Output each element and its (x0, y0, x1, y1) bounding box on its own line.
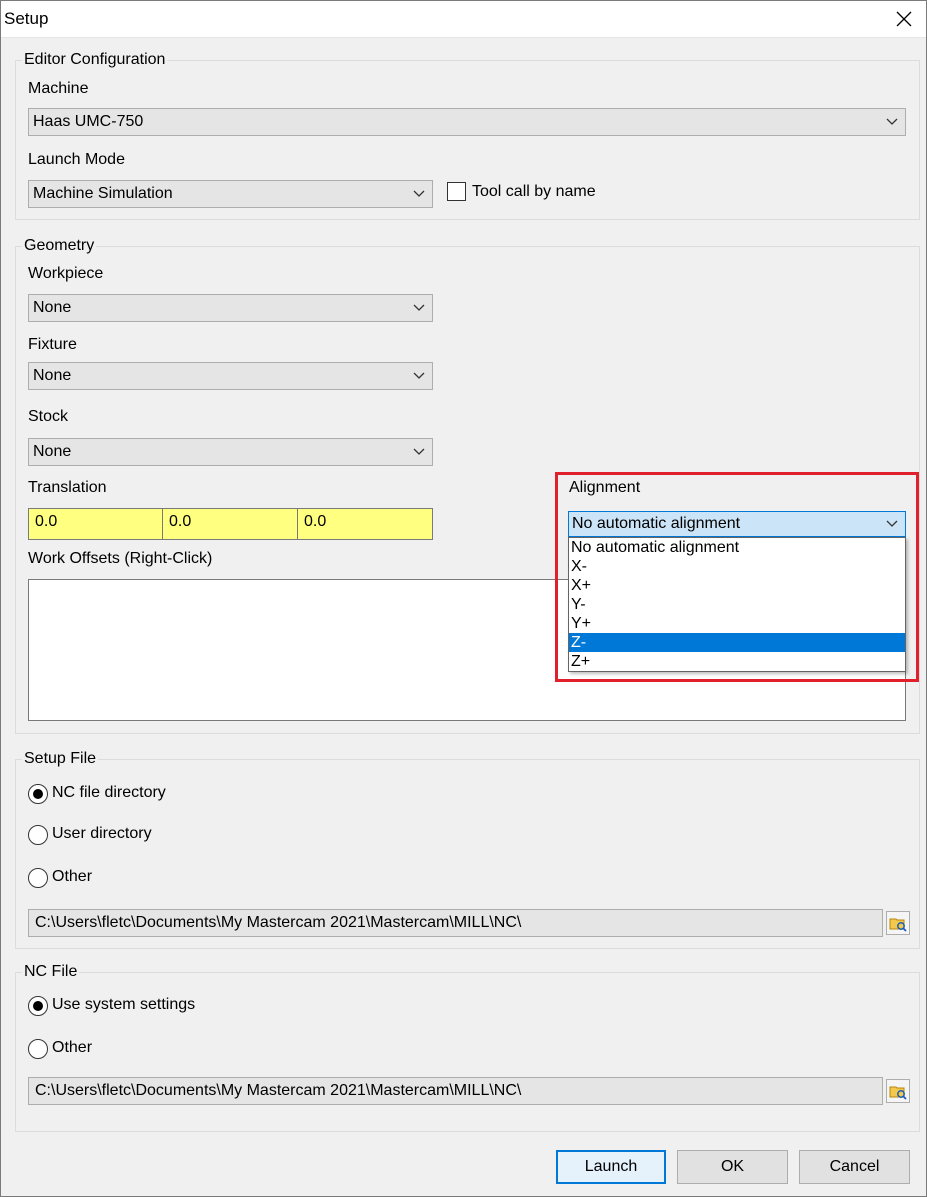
chevron-down-icon (413, 372, 425, 379)
browse-folder-icon[interactable] (886, 1079, 910, 1103)
translation-x-input[interactable]: 0.0 (28, 508, 163, 540)
chevron-down-icon (413, 448, 425, 455)
chevron-down-icon (886, 520, 898, 527)
chevron-down-icon (886, 118, 898, 125)
close-icon[interactable] (881, 0, 927, 38)
alignment-option[interactable]: X- (569, 557, 905, 576)
editor-configuration-title: Editor Configuration (22, 51, 168, 69)
translation-label: Translation (28, 479, 107, 496)
nc-file-directory-radio[interactable] (28, 784, 48, 804)
window-title: Setup (4, 9, 49, 28)
alignment-value: No automatic alignment (572, 515, 741, 532)
alignment-option[interactable]: No automatic alignment (569, 538, 905, 557)
nc-file-path-field[interactable]: C:\Users\fletc\Documents\My Mastercam 20… (28, 1077, 883, 1105)
ok-button[interactable]: OK (677, 1150, 788, 1184)
setup-file-path-field[interactable]: C:\Users\fletc\Documents\My Mastercam 20… (28, 909, 883, 937)
nc-file-directory-label[interactable]: NC file directory (52, 784, 166, 802)
alignment-option[interactable]: Y+ (569, 614, 905, 633)
fixture-select[interactable]: None (28, 362, 433, 390)
alignment-dropdown-list: No automatic alignment X- X+ Y- Y+ Z- Z+ (568, 537, 906, 672)
alignment-option[interactable]: X+ (569, 576, 905, 595)
alignment-select[interactable]: No automatic alignment (568, 511, 906, 537)
stock-label: Stock (28, 408, 69, 425)
geometry-title: Geometry (22, 237, 97, 255)
workpiece-label: Workpiece (28, 265, 104, 282)
alignment-option[interactable]: Y- (569, 595, 905, 614)
workpiece-value: None (33, 299, 72, 316)
translation-y-input[interactable]: 0.0 (162, 508, 298, 540)
setup-file-path: C:\Users\fletc\Documents\My Mastercam 20… (35, 914, 522, 931)
nc-other-radio[interactable] (28, 1039, 48, 1059)
launch-mode-select[interactable]: Machine Simulation (28, 180, 433, 208)
user-directory-radio[interactable] (28, 825, 48, 845)
setup-file-title: Setup File (22, 750, 99, 768)
setup-other-radio[interactable] (28, 868, 48, 888)
alignment-label: Alignment (569, 479, 641, 496)
launch-mode-label: Launch Mode (28, 151, 125, 168)
chevron-down-icon (413, 304, 425, 311)
user-directory-label[interactable]: User directory (52, 825, 152, 843)
launch-mode-value: Machine Simulation (33, 185, 173, 202)
tool-call-checkbox[interactable] (447, 182, 466, 201)
machine-select[interactable]: Haas UMC-750 (28, 108, 906, 136)
nc-file-title: NC File (22, 963, 80, 981)
use-system-settings-radio[interactable] (28, 996, 48, 1016)
tool-call-label[interactable]: Tool call by name (472, 183, 596, 201)
machine-value: Haas UMC-750 (33, 113, 144, 130)
alignment-option-hovered[interactable]: Z- (569, 633, 905, 652)
workpiece-select[interactable]: None (28, 294, 433, 322)
use-system-settings-label[interactable]: Use system settings (52, 996, 195, 1014)
chevron-down-icon (413, 190, 425, 197)
title-bar: Setup (0, 0, 927, 38)
fixture-value: None (33, 367, 72, 384)
stock-value: None (33, 443, 72, 460)
fixture-label: Fixture (28, 336, 77, 353)
setup-other-label[interactable]: Other (52, 868, 92, 886)
translation-z-input[interactable]: 0.0 (297, 508, 433, 540)
launch-button[interactable]: Launch (556, 1150, 666, 1184)
stock-select[interactable]: None (28, 438, 433, 466)
browse-folder-icon[interactable] (886, 911, 910, 935)
work-offsets-label: Work Offsets (Right-Click) (28, 550, 213, 567)
cancel-button[interactable]: Cancel (799, 1150, 910, 1184)
nc-file-path: C:\Users\fletc\Documents\My Mastercam 20… (35, 1082, 522, 1099)
machine-label: Machine (28, 80, 89, 97)
alignment-option[interactable]: Z+ (569, 652, 905, 671)
nc-other-label[interactable]: Other (52, 1039, 92, 1057)
